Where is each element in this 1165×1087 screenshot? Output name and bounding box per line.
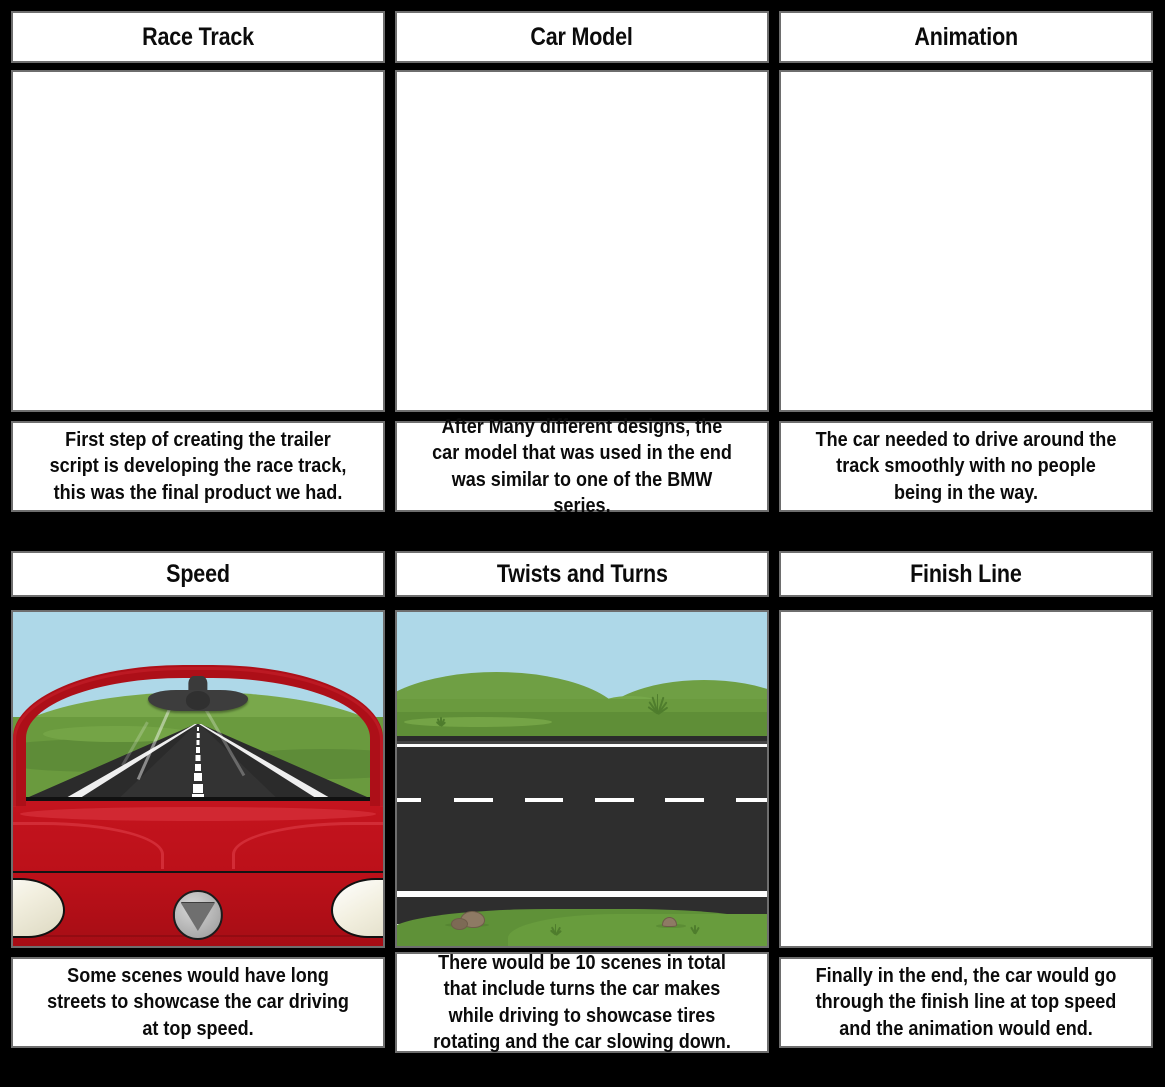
mirror-pivot-knob [185, 691, 211, 710]
emblem-triangle-icon [181, 903, 215, 931]
cell-caption-animation: The car needed to drive around the track… [779, 421, 1153, 512]
foreground-grass-highlight [508, 914, 767, 946]
bumper-split-line [13, 870, 383, 873]
cell-caption-race-track: First step of creating the trailer scrip… [11, 421, 385, 512]
cell-art-finish-line[interactable] [779, 610, 1153, 948]
title-text: Animation [914, 22, 1018, 51]
cell-caption-speed: Some scenes would have long streets to s… [11, 957, 385, 1048]
cell-caption-twists-and-turns: There would be 10 scenes in total that i… [395, 951, 769, 1053]
road-line-bottom [397, 890, 767, 896]
lane-dash [454, 797, 494, 802]
rock [451, 917, 468, 930]
caption-text: Finally in the end, the car would go thr… [815, 964, 1117, 1040]
caption-text: Some scenes would have long streets to s… [47, 964, 349, 1040]
cell-art-animation[interactable] [779, 70, 1153, 412]
cell-title-animation: Animation [779, 11, 1153, 63]
cell-art-speed[interactable] [11, 610, 385, 948]
caption-text: After Many different designs, the car mo… [432, 415, 732, 517]
grass-tuft-icon [645, 692, 671, 715]
cell-title-race-track: Race Track [11, 11, 385, 63]
cell-caption-finish-line: Finally in the end, the car would go thr… [779, 957, 1153, 1048]
title-text: Race Track [142, 22, 254, 51]
grass-tuft-icon [689, 924, 701, 935]
caption-text: First step of creating the trailer scrip… [49, 428, 347, 504]
lane-dash [524, 797, 564, 802]
grass-tuft-icon [549, 923, 563, 936]
speed-illustration [13, 612, 383, 946]
road-surface [397, 747, 767, 893]
caption-text: There would be 10 scenes in total that i… [433, 951, 731, 1053]
cell-title-finish-line: Finish Line [779, 551, 1153, 597]
cell-art-twists-and-turns[interactable] [395, 610, 769, 948]
lane-dash [735, 797, 767, 802]
cell-art-race-track[interactable] [11, 70, 385, 412]
title-text: Finish Line [910, 559, 1022, 588]
cell-caption-car-model: After Many different designs, the car mo… [395, 415, 769, 517]
caption-text: The car needed to drive around the track… [815, 428, 1117, 504]
turns-illustration [397, 612, 767, 946]
storyboard-canvas: Race Track Car Model Animation First ste… [0, 0, 1165, 1087]
title-text: Car Model [530, 22, 634, 51]
title-text: Twists and Turns [496, 559, 668, 588]
grass-tuft-icon [434, 716, 448, 727]
lane-dash [397, 797, 422, 802]
cell-art-car-model[interactable] [395, 70, 769, 412]
lane-dash [665, 797, 705, 802]
cell-title-car-model: Car Model [395, 11, 769, 63]
lane-dash [594, 797, 634, 802]
cell-title-twists-and-turns: Twists and Turns [395, 551, 769, 597]
cell-title-speed: Speed [11, 551, 385, 597]
title-text: Speed [166, 559, 230, 588]
rock [661, 916, 677, 928]
